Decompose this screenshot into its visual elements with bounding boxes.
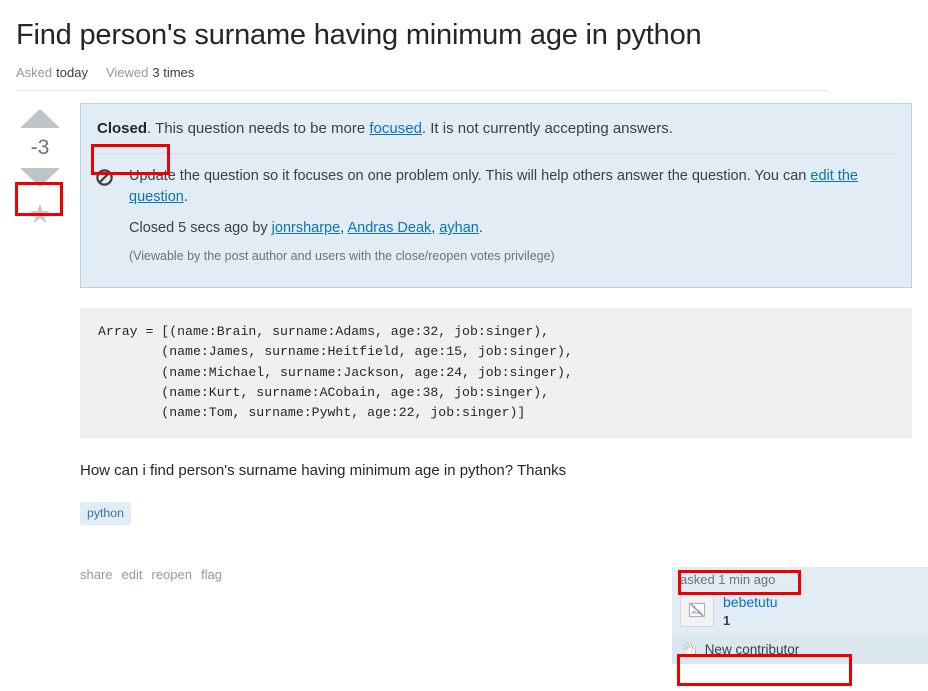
closer-user-2[interactable]: Andras Deak: [347, 220, 431, 236]
stat-asked-label: Asked: [16, 65, 53, 81]
stat-viewed: Viewed 3 times: [106, 65, 194, 80]
new-contributor-label: New contributor: [704, 642, 800, 657]
closed-guidance: Update the question so it focuses on one…: [129, 166, 897, 210]
vote-down-icon[interactable]: [20, 168, 60, 188]
page-header: Find person's surname having minimum age…: [0, 0, 928, 92]
stat-viewed-label: Viewed: [105, 65, 149, 81]
vote-score: -3: [30, 136, 50, 160]
post-question-text: How can i find person's surname having m…: [80, 461, 567, 479]
post-cell: Closed. This question needs to be more f…: [70, 103, 912, 582]
tag-list: python: [80, 502, 912, 525]
question-stats: Asked today Viewed 3 times: [16, 65, 828, 92]
stat-viewed-value: 3 times: [152, 65, 195, 81]
closed-notice-body: Update the question so it focuses on one…: [95, 154, 897, 275]
flag-link[interactable]: flag: [201, 567, 222, 582]
closed-guidance-text: Update the question so it focuses on one…: [129, 167, 811, 184]
user-reputation: 1: [723, 613, 731, 628]
user-details: bebetutu 1: [672, 591, 928, 636]
code-content: Array = [(name:Brain, surname:Adams, age…: [98, 323, 573, 421]
new-contributor-badge[interactable]: 👋 New contributor: [672, 636, 928, 664]
closed-by-suffix: .: [478, 220, 483, 237]
asked-timestamp: asked 1 min ago: [680, 572, 776, 587]
closed-by-line: Closed 5 secs ago by jonrsharpe, Andras …: [129, 220, 483, 237]
user-card: asked 1 min ago bebetutu 1 👋 New contrib…: [672, 567, 928, 664]
focused-link[interactable]: focused: [369, 120, 422, 137]
closer-user-3[interactable]: ayhan: [439, 220, 479, 236]
user-name-link[interactable]: bebetutu: [723, 594, 778, 610]
page-title: Find person's surname having minimum age…: [16, 19, 702, 51]
closed-headline-pre: . This question needs to be more: [147, 120, 370, 138]
closed-notice-text: Update the question so it focuses on one…: [129, 166, 897, 275]
favorite-star-icon[interactable]: ★: [28, 201, 52, 228]
share-link[interactable]: share: [80, 567, 113, 582]
broken-image-icon[interactable]: [680, 593, 714, 627]
edit-link[interactable]: edit: [122, 567, 143, 582]
no-entry-icon: [95, 166, 129, 275]
closed-by-prefix: Closed 5 secs ago by: [129, 220, 272, 237]
closer-user-1[interactable]: jonrsharpe: [272, 220, 341, 236]
closed-guidance-end: .: [183, 189, 188, 206]
closed-notice: Closed. This question needs to be more f…: [80, 103, 912, 288]
stat-asked-value: today: [56, 65, 88, 81]
question-body: -3 ★ Closed. This question needs to be m…: [0, 91, 928, 582]
waving-hand-icon: 👋: [680, 641, 699, 658]
closed-label: Closed: [97, 120, 148, 138]
privilege-note: (Viewable by the post author and users w…: [129, 248, 555, 263]
closed-notice-headline: Closed. This question needs to be more f…: [95, 116, 897, 154]
vote-up-icon[interactable]: [20, 109, 60, 129]
tag-python[interactable]: python: [80, 502, 131, 525]
vote-cell: -3 ★: [10, 103, 70, 582]
stat-asked: Asked today: [16, 65, 88, 80]
user-info: bebetutu 1: [723, 593, 778, 628]
code-block: Array = [(name:Brain, surname:Adams, age…: [80, 307, 912, 438]
closed-headline-post: . It is not currently accepting answers.: [421, 120, 673, 138]
reopen-link[interactable]: reopen: [152, 567, 192, 582]
